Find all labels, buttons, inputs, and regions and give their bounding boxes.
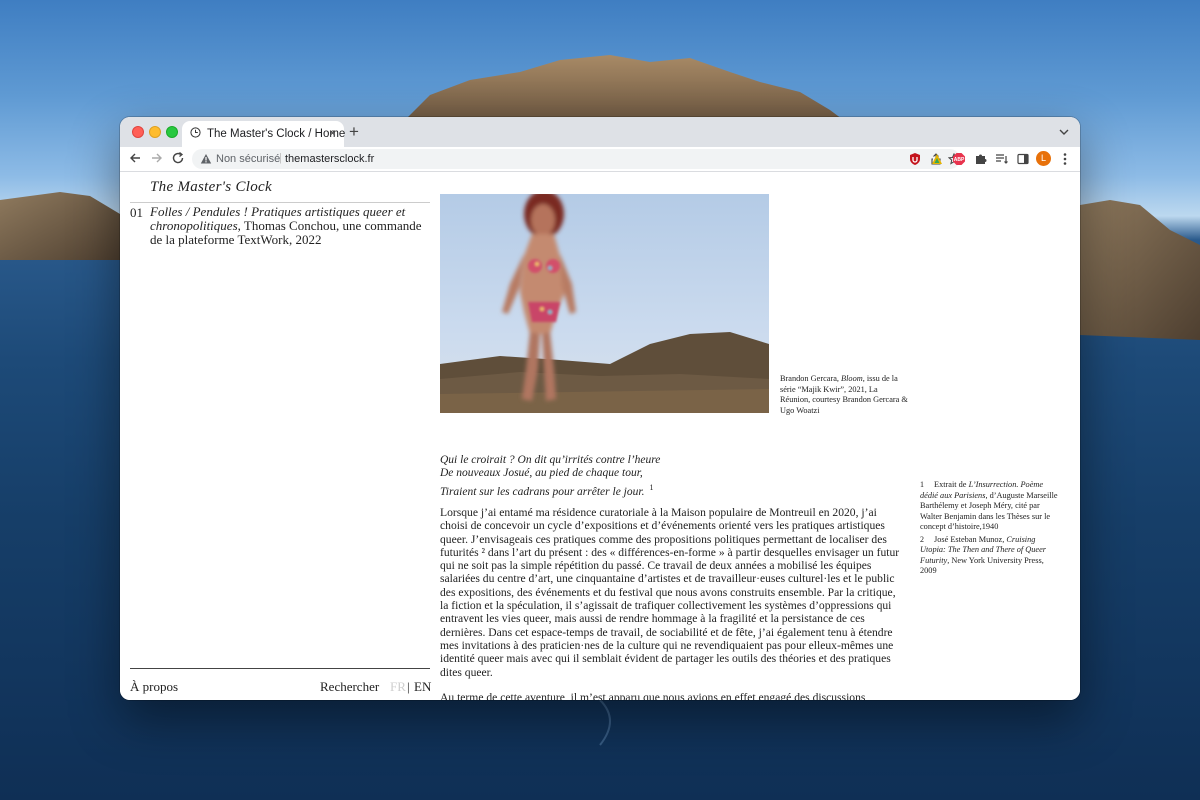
warning-icon[interactable]	[200, 153, 212, 165]
tab-strip: The Master's Clock / Home × +	[120, 117, 1080, 147]
profile-avatar[interactable]: L	[1036, 151, 1051, 166]
abp-icon[interactable]: ABP	[952, 152, 966, 166]
lang-en-link[interactable]: EN	[414, 679, 431, 695]
search-link[interactable]: Rechercher	[320, 679, 379, 695]
kebab-menu-icon[interactable]	[1063, 152, 1067, 166]
clock-icon	[190, 127, 201, 138]
puzzle-icon[interactable]	[974, 152, 988, 166]
image-caption: Brandon Gercara, Bloom, issu de la série…	[780, 374, 908, 416]
footnote-ref[interactable]: 1	[649, 483, 653, 492]
address-bar[interactable]: Non sécurisé | themastersclock.fr	[192, 149, 960, 169]
footnote-number: 2	[920, 534, 924, 544]
about-link[interactable]: À propos	[130, 679, 178, 695]
forward-arrow-icon[interactable]	[150, 151, 164, 165]
caption-prefix: Brandon Gercara,	[780, 374, 842, 383]
light-icon[interactable]	[930, 152, 944, 166]
ublock-icon[interactable]	[908, 152, 922, 166]
poem: Qui le croirait ? On dit qu’irrités cont…	[440, 454, 660, 499]
tab-search-chevron-icon[interactable]	[1058, 126, 1070, 138]
lang-fr-link[interactable]: FR	[390, 679, 406, 695]
entry-number: 01	[130, 205, 143, 220]
browser-window: The Master's Clock / Home × + Non sécuri…	[120, 117, 1080, 700]
tab-title: The Master's Clock / Home	[207, 128, 346, 140]
reload-icon[interactable]	[171, 151, 185, 165]
side-panel-icon[interactable]	[1016, 152, 1030, 166]
poem-line: Qui le croirait ? On dit qu’irrités cont…	[440, 454, 661, 466]
footnote: 1 Extrait de L’Insurrection. Poème dédié …	[920, 480, 1058, 531]
article-body: Lorsque j’ai entamé ma résidence curator…	[440, 506, 905, 700]
back-arrow-icon[interactable]	[128, 151, 142, 165]
close-window-button[interactable]	[132, 126, 144, 138]
footnote-number: 1	[920, 480, 924, 489]
minimize-window-button[interactable]	[149, 126, 161, 138]
tab-active[interactable]: The Master's Clock / Home ×	[182, 121, 346, 147]
lang-separator: |	[407, 679, 410, 694]
poem-line: De nouveaux Josué, au pied de chaque tou…	[440, 467, 643, 480]
url-separator: |	[279, 152, 282, 164]
tab-close-button[interactable]: ×	[329, 126, 336, 140]
browser-toolbar: Non sécurisé | themastersclock.fr ABP L	[120, 147, 1080, 172]
footnote: 2 José Esteban Munoz, Cruising Utopia: Th…	[920, 534, 1046, 576]
security-label[interactable]: Non sécurisé	[216, 153, 280, 165]
footnotes: 1 Extrait de L’Insurrection. Poème dédié …	[920, 480, 1060, 579]
svg-text:ABP: ABP	[954, 157, 965, 163]
hero-image	[440, 194, 769, 413]
entry-text[interactable]: Folles / Pendules ! Pratiques artistique…	[150, 205, 430, 247]
zoom-window-button[interactable]	[166, 126, 178, 138]
sidebar-divider	[130, 202, 430, 203]
url-text[interactable]: themastersclock.fr	[285, 153, 374, 165]
paragraph: Lorsque j’ai entamé ma résidence curator…	[440, 506, 900, 679]
paragraph: Au terme de cette aventure, il m’est app…	[440, 690, 866, 700]
site-title[interactable]: The Master's Clock	[150, 179, 272, 196]
caption-work: Bloom	[841, 374, 863, 383]
web-page: The Master's Clock 01 Folles / Pendules …	[120, 172, 1080, 700]
footer-divider	[130, 668, 430, 669]
poem-line: Tiraient sur les cadrans pour arrêter le…	[440, 482, 654, 498]
reading-list-icon[interactable]	[995, 152, 1009, 166]
new-tab-button[interactable]: +	[349, 123, 359, 140]
